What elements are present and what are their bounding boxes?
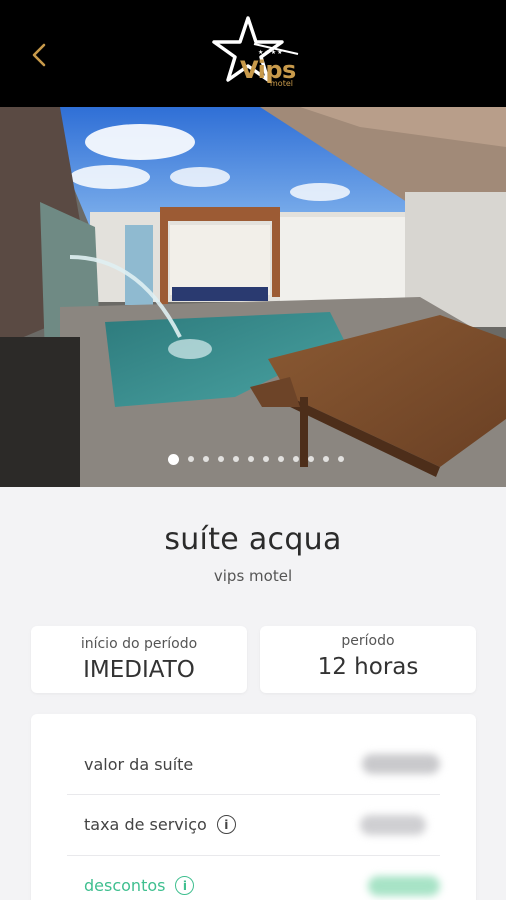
suite-title: suíte acqua <box>164 522 342 557</box>
period-duration-label: período <box>341 633 395 649</box>
period-duration-value: 12 horas <box>317 654 419 680</box>
carousel-indicator[interactable] <box>0 453 506 465</box>
price-summary-card: valor da suíte taxa de serviço i descont… <box>31 714 476 900</box>
top-bar: ★★★★ Vips motel <box>0 0 506 107</box>
carousel-dot[interactable] <box>248 456 254 462</box>
carousel-dot[interactable] <box>263 456 269 462</box>
discounts-amount-hidden <box>368 875 440 896</box>
suite-photo-carousel[interactable] <box>0 107 506 487</box>
back-button[interactable] <box>22 38 56 72</box>
carousel-dot[interactable] <box>323 456 329 462</box>
suite-value-amount-hidden <box>362 754 440 774</box>
logo-subtext: motel <box>270 79 293 88</box>
service-fee-label: taxa de serviço <box>84 815 207 834</box>
period-duration-card[interactable]: período 12 horas <box>260 626 476 693</box>
discounts-label: descontos <box>84 876 166 895</box>
period-start-card[interactable]: início do período IMEDIATO <box>31 626 247 693</box>
carousel-dot[interactable] <box>168 453 179 465</box>
price-row-suite-value: valor da suíte <box>67 734 440 794</box>
info-icon[interactable]: i <box>216 815 236 834</box>
carousel-dot[interactable] <box>278 456 284 462</box>
carousel-dot[interactable] <box>293 456 299 462</box>
carousel-dot[interactable] <box>218 456 224 462</box>
info-icon[interactable]: i <box>175 876 195 895</box>
period-start-value: IMEDIATO <box>83 657 195 683</box>
price-row-discounts: descontos i <box>67 855 440 900</box>
suite-photo <box>0 107 506 487</box>
period-start-label: início do período <box>80 636 198 652</box>
suite-value-label: valor da suíte <box>84 754 194 774</box>
brand-logo: ★★★★ Vips motel <box>208 14 300 94</box>
chevron-left-icon <box>32 43 46 67</box>
motel-name: vips motel <box>213 567 293 585</box>
price-row-service-fee: taxa de serviço i <box>67 794 440 854</box>
carousel-dot[interactable] <box>338 456 344 462</box>
carousel-dot[interactable] <box>233 456 239 462</box>
carousel-dot[interactable] <box>203 456 209 462</box>
service-fee-amount-hidden <box>360 814 426 835</box>
carousel-dot[interactable] <box>188 456 194 462</box>
carousel-dot[interactable] <box>308 456 314 462</box>
